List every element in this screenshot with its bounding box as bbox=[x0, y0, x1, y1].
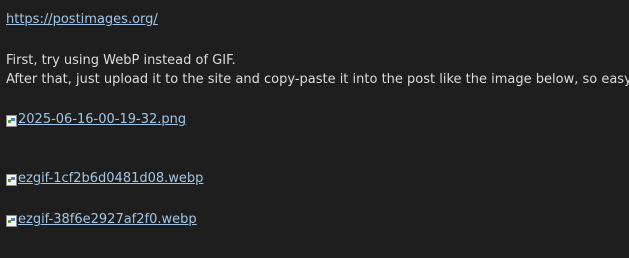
postimages-link[interactable]: https://postimages.org/ bbox=[6, 12, 158, 28]
image-link-3[interactable]: ezgif-38f6e2927af2f0.webp bbox=[6, 212, 197, 228]
image-link-2[interactable]: ezgif-1cf2b6d0481d08.webp bbox=[6, 171, 203, 187]
broken-image-icon bbox=[6, 215, 17, 227]
post-text-line-1: First, try using WebP instead of GIF. bbox=[6, 53, 236, 68]
image-alt-text: 2025-06-16-00-19-32.png bbox=[18, 112, 187, 127]
image-alt-text: ezgif-38f6e2927af2f0.webp bbox=[18, 212, 197, 227]
broken-image-icon bbox=[6, 115, 17, 127]
broken-image-icon bbox=[6, 174, 17, 186]
image-link-1[interactable]: 2025-06-16-00-19-32.png bbox=[6, 112, 186, 128]
post-text-line-2: After that, just upload it to the site a… bbox=[6, 72, 629, 87]
image-alt-text: ezgif-1cf2b6d0481d08.webp bbox=[18, 171, 204, 186]
